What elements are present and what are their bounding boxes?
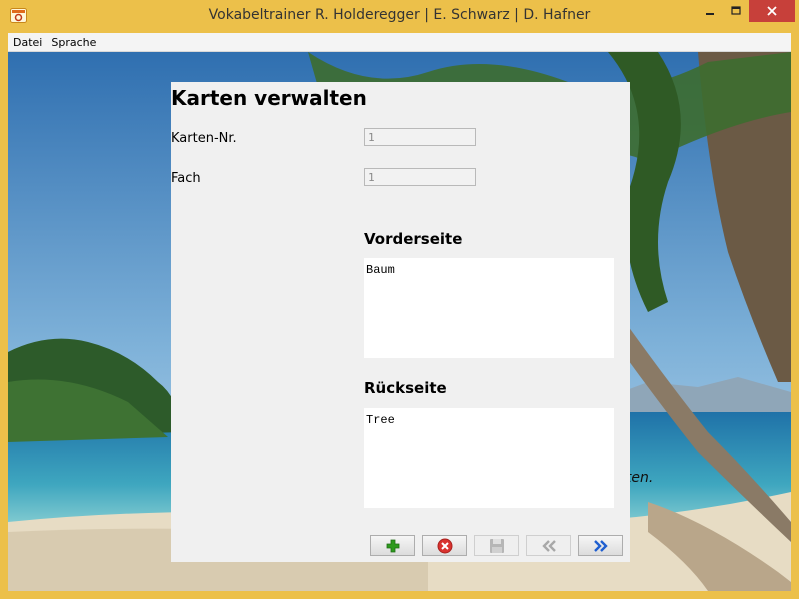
- title-bar: Vokabeltrainer R. Holderegger | E. Schwa…: [0, 0, 799, 33]
- minimize-button[interactable]: [697, 0, 723, 22]
- menu-datei[interactable]: Datei: [8, 36, 46, 49]
- back-textarea[interactable]: Tree: [364, 408, 614, 508]
- delete-icon: [437, 538, 452, 553]
- front-textarea[interactable]: Baum: [364, 258, 614, 358]
- window-frame-right: [791, 33, 799, 599]
- plus-icon: [386, 539, 399, 552]
- maximize-icon: [731, 6, 741, 15]
- manage-cards-panel: Karten verwalten Karten-Nr. 1 Fach 1 Vor…: [171, 82, 630, 562]
- close-icon: [767, 6, 777, 16]
- box-label: Fach: [171, 171, 201, 186]
- add-card-button[interactable]: [370, 535, 415, 556]
- next-icon: [593, 539, 608, 552]
- save-card-button[interactable]: [474, 535, 519, 556]
- window-frame-left: [0, 33, 8, 599]
- previous-card-button[interactable]: [526, 535, 571, 556]
- page-title: Karten verwalten: [171, 86, 367, 110]
- minimize-icon: [706, 13, 714, 15]
- box-field[interactable]: 1: [364, 168, 476, 186]
- window-frame-bottom: [0, 591, 799, 599]
- menu-sprache[interactable]: Sprache: [46, 36, 100, 49]
- close-button[interactable]: [749, 0, 795, 22]
- back-title: Rückseite: [364, 379, 447, 397]
- menu-bar: Datei Sprache: [8, 33, 791, 52]
- delete-card-button[interactable]: [422, 535, 467, 556]
- previous-icon: [541, 539, 556, 552]
- card-number-label: Karten-Nr.: [171, 131, 237, 146]
- front-title: Vorderseite: [364, 230, 463, 248]
- maximize-button[interactable]: [723, 0, 749, 22]
- card-number-field[interactable]: 1: [364, 128, 476, 146]
- window-title: Vokabeltrainer R. Holderegger | E. Schwa…: [208, 7, 591, 23]
- save-icon: [489, 538, 504, 553]
- next-card-button[interactable]: [578, 535, 623, 556]
